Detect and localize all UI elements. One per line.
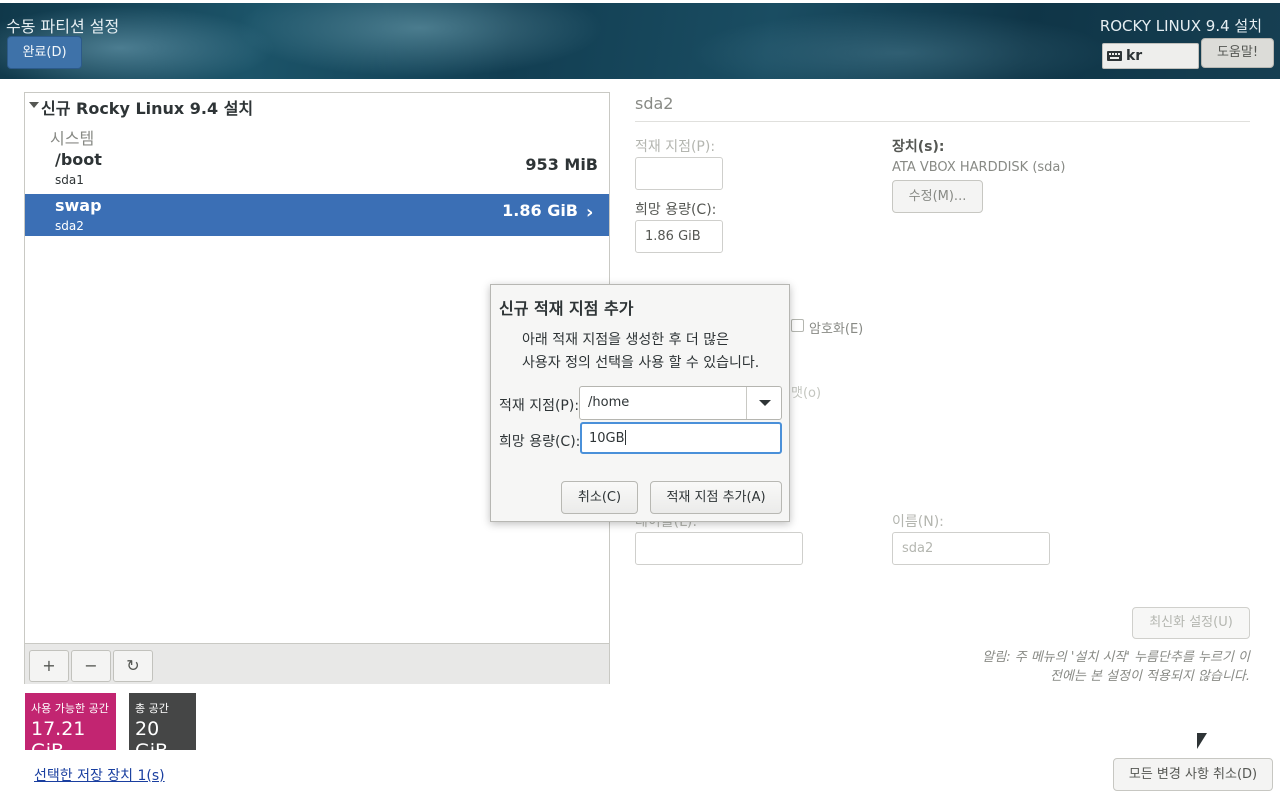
available-space-value: 17.21 GiB — [31, 718, 86, 762]
available-space-label: 사용 가능한 공간 — [31, 702, 109, 715]
keyboard-icon — [1107, 51, 1122, 61]
refresh-button[interactable]: ↻ — [113, 650, 153, 682]
add-mount-point-dialog: 신규 적재 지점 추가 아래 적재 지점을 생성한 후 더 많은 사용자 정의 … — [490, 284, 790, 522]
cancel-button[interactable]: 취소(C) — [561, 481, 638, 514]
notice-line-2: 전에는 본 설정이 적용되지 않습니다. — [1049, 669, 1250, 684]
mouse-cursor-icon — [1197, 733, 1207, 749]
text-caret — [624, 430, 626, 445]
partition-mount: swap — [55, 196, 102, 215]
dialog-mount-point-label: 적재 지점(P): — [499, 398, 580, 414]
partition-row-swap[interactable]: swap sda2 1.86 GiB › — [25, 194, 609, 236]
chevron-down-icon[interactable] — [759, 400, 771, 406]
modify-button[interactable]: 수정(M)... — [892, 180, 983, 213]
available-space-box: 사용 가능한 공간 17.21 GiB — [25, 693, 116, 762]
dialog-description-line-2: 사용자 정의 선택을 사용 할 수 있습니다. — [522, 355, 760, 371]
label-field[interactable] — [635, 532, 803, 565]
help-button[interactable]: 도움말! — [1201, 38, 1274, 68]
partition-device: sda1 — [55, 173, 84, 187]
add-mount-point-button[interactable]: 적재 지점 추가(A) — [650, 481, 782, 514]
page-title: 수동 파티션 설정 — [6, 17, 120, 36]
desired-capacity-label: 희망 용량(C): — [635, 202, 717, 218]
selected-partition-name: sda2 — [635, 94, 674, 113]
dialog-description-line-1: 아래 적재 지점을 생성한 후 더 많은 — [522, 332, 730, 348]
dialog-title: 신규 적재 지점 추가 — [499, 299, 634, 318]
encrypt-label: 암호화(E) — [809, 322, 864, 337]
mount-point-value[interactable]: /home — [588, 395, 629, 410]
partition-size: 953 MiB — [525, 155, 598, 174]
add-partition-button[interactable]: + — [29, 650, 69, 682]
partition-size: 1.86 GiB — [502, 201, 578, 220]
product-title: ROCKY LINUX 9.4 설치 — [1099, 17, 1262, 35]
keyboard-layout-label: kr — [1126, 48, 1143, 64]
device-name: ATA VBOX HARDDISK (sda) — [892, 160, 1066, 175]
mount-point-label: 적재 지점(P): — [635, 139, 716, 155]
desired-capacity-input[interactable]: 10GB — [580, 422, 782, 454]
reformat-label: 맷(o) — [791, 386, 822, 401]
system-section-label: 시스템 — [50, 129, 95, 148]
dialog-description: 아래 적재 지점을 생성한 후 더 많은 사용자 정의 선택을 사용 할 수 있… — [522, 329, 759, 375]
notice-text: 알림: 주 메뉴의 '설치 시작' 누름단추를 누르기 이 전에는 본 설정이 … — [900, 648, 1250, 686]
combo-separator — [746, 387, 747, 419]
name-field[interactable]: sda2 — [892, 532, 1050, 565]
divider — [635, 121, 1250, 122]
mount-point-field[interactable] — [635, 157, 723, 190]
devices-label: 장치(s): — [892, 139, 945, 155]
encrypt-checkbox[interactable] — [791, 319, 804, 332]
remove-partition-button[interactable]: − — [71, 650, 111, 682]
expander-arrow-icon[interactable] — [29, 102, 39, 108]
install-group-title[interactable]: 신규 Rocky Linux 9.4 설치 — [41, 95, 253, 119]
total-space-value: 20 GiB — [135, 718, 169, 762]
name-label: 이름(N): — [892, 514, 944, 530]
reset-all-button[interactable]: 모든 변경 사항 취소(D) — [1113, 758, 1273, 791]
total-space-box: 총 공간 20 GiB — [129, 693, 196, 762]
chevron-right-icon: › — [586, 202, 594, 223]
total-space-label: 총 공간 — [135, 702, 169, 715]
desired-capacity-field[interactable]: 1.86 GiB — [635, 220, 723, 253]
update-settings-button[interactable]: 최신화 설정(U) — [1132, 607, 1250, 639]
partition-device: sda2 — [55, 219, 84, 233]
notice-line-1: 알림: 주 메뉴의 '설치 시작' 누름단추를 누르기 이 — [982, 650, 1250, 665]
dialog-capacity-label: 희망 용량(C): — [499, 434, 581, 450]
done-button[interactable]: 완료(D) — [7, 36, 82, 69]
desired-capacity-value: 10GB — [589, 431, 625, 446]
partition-toolbar: + − ↻ — [25, 643, 609, 684]
keyboard-layout-indicator[interactable]: kr — [1102, 43, 1199, 69]
partition-mount: /boot — [55, 150, 102, 169]
header-banner: 수동 파티션 설정 완료(D) ROCKY LINUX 9.4 설치 kr 도움… — [0, 3, 1280, 79]
partition-row-boot[interactable]: /boot sda1 953 MiB — [25, 148, 609, 193]
mount-point-combobox[interactable]: /home — [579, 386, 782, 420]
selected-storage-link[interactable]: 선택한 저장 장치 1(s) — [34, 765, 165, 785]
